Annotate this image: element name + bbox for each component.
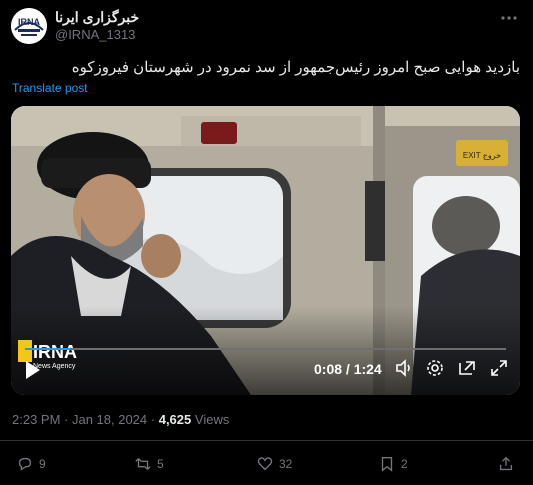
repost-button[interactable]: 5 bbox=[134, 452, 164, 476]
video-time: 0:08 / 1:24 bbox=[314, 361, 382, 377]
play-icon[interactable] bbox=[23, 359, 43, 381]
bookmark-icon bbox=[381, 457, 393, 472]
reply-icon bbox=[18, 457, 32, 471]
exit-sign-text: EXIT خروج bbox=[463, 151, 501, 160]
action-bar: 9 5 32 2 bbox=[0, 452, 533, 478]
like-button[interactable]: 32 bbox=[256, 452, 292, 476]
settings-gear-icon[interactable] bbox=[425, 358, 445, 378]
fullscreen-icon[interactable] bbox=[489, 358, 509, 378]
share-icon bbox=[499, 456, 513, 471]
volume-icon[interactable] bbox=[394, 358, 414, 378]
heart-icon bbox=[257, 457, 273, 471]
tweet: IRNA خبرگزاری ایرنا @IRNA_1313 بازدید هو… bbox=[0, 0, 533, 485]
video-controls: 0:08 / 1:24 bbox=[11, 345, 520, 395]
more-options-icon[interactable] bbox=[499, 8, 519, 28]
views-label: Views bbox=[194, 412, 230, 427]
author-name[interactable]: خبرگزاری ایرنا bbox=[55, 9, 139, 26]
repost-count: 5 bbox=[157, 457, 164, 471]
views-count: 4,625 bbox=[158, 412, 192, 427]
bookmark-button[interactable]: 2 bbox=[378, 452, 408, 476]
share-button[interactable] bbox=[497, 452, 515, 476]
author-handle[interactable]: @IRNA_1313 bbox=[55, 27, 135, 42]
reply-count: 9 bbox=[39, 457, 46, 471]
post-text: بازدید هوایی صبح امروز رئیس‌جمهور از سد … bbox=[71, 59, 520, 76]
bookmark-count: 2 bbox=[401, 457, 408, 471]
repost-icon bbox=[135, 458, 151, 470]
video-player[interactable]: EXIT خروج IRNA News Agency 0:08 / 1:24 bbox=[11, 106, 520, 395]
avatar-text: IRNA bbox=[18, 17, 40, 27]
post-timestamp[interactable]: 2:23 PM · Jan 18, 2024 · bbox=[12, 412, 155, 427]
like-count: 32 bbox=[279, 457, 293, 471]
translate-post-link[interactable]: Translate post bbox=[12, 81, 88, 95]
pip-icon[interactable] bbox=[457, 358, 477, 378]
divider bbox=[0, 440, 533, 441]
post-meta: 2:23 PM · Jan 18, 2024 · 4,625 Views bbox=[12, 412, 229, 427]
reply-button[interactable]: 9 bbox=[16, 452, 46, 476]
avatar[interactable]: IRNA bbox=[11, 8, 47, 44]
